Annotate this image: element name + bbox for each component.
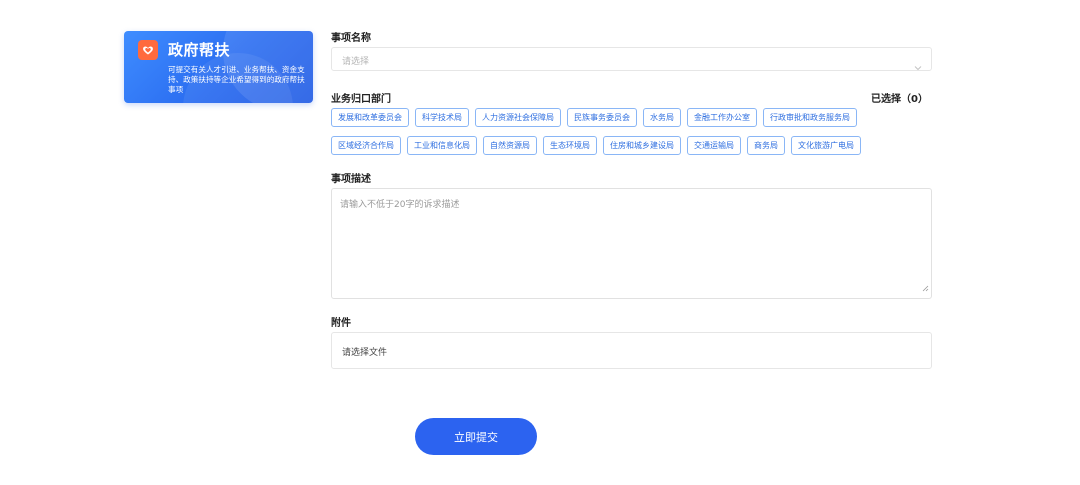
description-placeholder: 请输入不低于20字的诉求描述 xyxy=(340,200,460,210)
department-tag[interactable]: 自然资源局 xyxy=(483,136,537,155)
attachment-placeholder: 请选择文件 xyxy=(342,348,388,358)
department-label: 业务归口部门 xyxy=(331,94,391,105)
promo-header: 政府帮扶 xyxy=(138,39,230,60)
department-tag[interactable]: 科学技术局 xyxy=(415,108,469,127)
department-tag[interactable]: 住房和城乡建设局 xyxy=(603,136,681,155)
description-textarea[interactable]: 请输入不低于20字的诉求描述 xyxy=(331,188,932,299)
department-tag[interactable]: 人力资源社会保障局 xyxy=(475,108,561,127)
attachment-label: 附件 xyxy=(331,318,351,329)
department-tag[interactable]: 交通运输局 xyxy=(687,136,741,155)
department-tag[interactable]: 民族事务委员会 xyxy=(567,108,637,127)
department-tag[interactable]: 工业和信息化局 xyxy=(407,136,477,155)
department-tag[interactable]: 文化旅游广电局 xyxy=(791,136,861,155)
department-tag[interactable]: 生态环境局 xyxy=(543,136,597,155)
promo-description: 可提交有关人才引进、业务帮扶、资金支持、政策扶持等企业希望得到的政府帮扶事项 xyxy=(168,65,305,94)
submit-button[interactable]: 立即提交 xyxy=(415,418,537,455)
promo-card: 政府帮扶 可提交有关人才引进、业务帮扶、资金支持、政策扶持等企业希望得到的政府帮… xyxy=(124,31,313,103)
department-tags-row-1: 发展和改革委员会 科学技术局 人力资源社会保障局 民族事务委员会 水务局 金融工… xyxy=(331,108,857,127)
selected-count: 已选择（0） xyxy=(871,94,928,105)
department-tag[interactable]: 商务局 xyxy=(747,136,785,155)
department-tag[interactable]: 区域经济合作局 xyxy=(331,136,401,155)
promo-title: 政府帮扶 xyxy=(168,41,231,59)
item-name-placeholder: 请选择 xyxy=(342,57,370,67)
heart-badge-icon xyxy=(138,39,158,60)
item-name-select[interactable]: 请选择 xyxy=(331,47,932,71)
department-tag[interactable]: 行政审批和政务服务局 xyxy=(763,108,857,127)
department-tag[interactable]: 水务局 xyxy=(643,108,681,127)
chevron-down-icon xyxy=(914,56,922,75)
department-tag[interactable]: 发展和改革委员会 xyxy=(331,108,409,127)
department-tags-row-2: 区域经济合作局 工业和信息化局 自然资源局 生态环境局 住房和城乡建设局 交通运… xyxy=(331,136,861,155)
description-label: 事项描述 xyxy=(331,174,371,185)
item-name-label: 事项名称 xyxy=(331,33,371,44)
attachment-file-picker[interactable]: 请选择文件 xyxy=(331,332,932,369)
resize-grip-icon[interactable] xyxy=(922,277,929,296)
department-tag[interactable]: 金融工作办公室 xyxy=(687,108,757,127)
